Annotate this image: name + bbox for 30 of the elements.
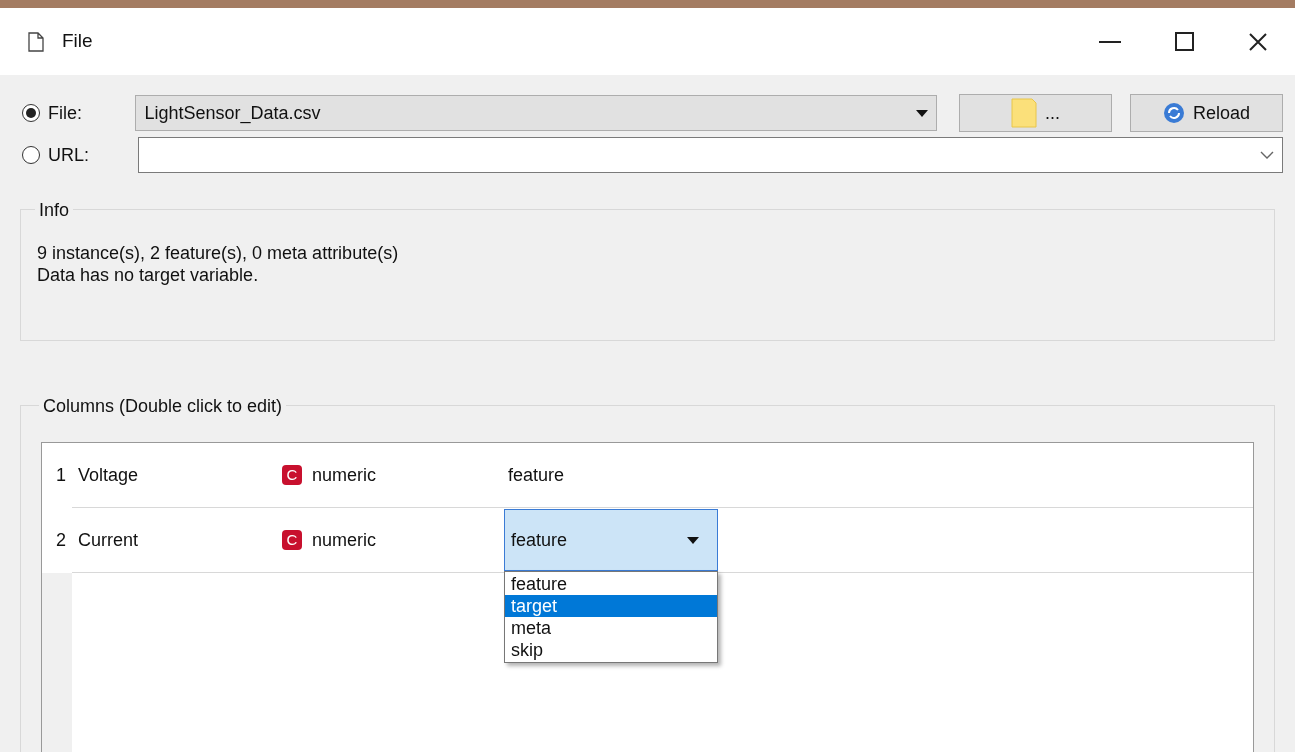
type-badge: C bbox=[282, 530, 302, 550]
dropdown-option[interactable]: feature bbox=[505, 573, 717, 595]
role-combo-box[interactable]: feature bbox=[504, 509, 718, 571]
radio-label: File: bbox=[48, 101, 83, 125]
info-text: 9 instance(s), 2 feature(s), 0 meta attribute(s) bbox=[37, 242, 400, 264]
dropdown-option[interactable]: meta bbox=[505, 617, 717, 639]
browse-button[interactable]: ... bbox=[958, 94, 1112, 132]
dropdown-option[interactable]: skip bbox=[505, 639, 717, 661]
radio-button[interactable] bbox=[22, 104, 40, 122]
radio-button[interactable] bbox=[22, 146, 40, 164]
info-text: Data has no target variable. bbox=[37, 264, 260, 286]
table-cell-text: feature bbox=[507, 463, 565, 487]
table-cell-text: numeric bbox=[312, 528, 378, 552]
table-cell-text: Voltage bbox=[77, 463, 140, 487]
folder-icon bbox=[1010, 98, 1037, 128]
type-badge: C bbox=[282, 465, 302, 485]
document-icon bbox=[28, 31, 44, 52]
url-field[interactable] bbox=[138, 137, 1283, 173]
window-title: File bbox=[62, 29, 93, 54]
close-icon bbox=[1248, 31, 1268, 52]
table-cell-text: numeric bbox=[312, 463, 378, 487]
row-number: 1 bbox=[42, 443, 72, 508]
refresh-icon bbox=[1162, 102, 1185, 124]
dropdown-option[interactable]: target bbox=[505, 595, 717, 617]
chevron-down-icon bbox=[1260, 151, 1274, 159]
file-combo-box[interactable]: LightSensor_Data.csv bbox=[135, 95, 937, 131]
reload-button[interactable]: Reload bbox=[1129, 94, 1283, 132]
table-cell-text: Current bbox=[77, 528, 140, 552]
row-number: 2 bbox=[42, 508, 72, 573]
radio-label: URL: bbox=[48, 143, 90, 167]
